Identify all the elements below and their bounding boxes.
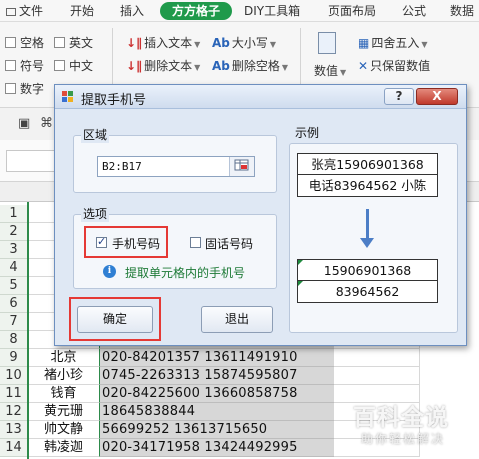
cell-phone[interactable]: 020-84225600 13660858758 [100, 385, 334, 403]
keep-values-button[interactable]: ✕ 只保留数值 [358, 57, 430, 74]
app-icon [62, 91, 75, 103]
tab-data[interactable]: 数据 [450, 2, 474, 20]
grid-icon: ▦ [358, 36, 370, 50]
row-header[interactable]: 8 [0, 331, 28, 349]
cell-name[interactable]: 韩凌迦 [28, 439, 100, 457]
hint-text: 提取单元格内的手机号 [125, 266, 246, 280]
cell-name[interactable]: 钱育 [28, 385, 100, 403]
chevron-down-icon: ▼ [421, 40, 428, 49]
cell-empty[interactable] [334, 367, 420, 385]
landline-checkbox[interactable] [190, 237, 201, 248]
close-button[interactable]: X [416, 88, 458, 105]
arrow-down-icon [366, 209, 369, 241]
cell-phone[interactable]: 020-34171958 13424492995 [100, 439, 334, 457]
checkbox-chinese[interactable]: 中文 [54, 57, 93, 74]
row-header[interactable]: 5 [0, 277, 28, 295]
chevron-down-icon: ▼ [194, 40, 201, 49]
case-icon: Ab [212, 36, 230, 50]
options-group-label: 选项 [81, 205, 110, 222]
format-painter-icon[interactable]: ⌘ [40, 116, 53, 131]
chevron-down-icon: ▼ [269, 40, 277, 49]
mobile-checkbox[interactable] [96, 235, 107, 248]
checkbox-english[interactable]: 英文 [54, 34, 93, 51]
help-button[interactable]: ? [384, 88, 414, 105]
insert-text-button[interactable]: ↓∥ 插入文本 ▼ [126, 34, 200, 51]
range-picker-icon [234, 159, 249, 171]
tab-page-layout[interactable]: 页面布局 [328, 2, 376, 20]
tab-home[interactable]: 开始 [70, 2, 94, 20]
range-select-button[interactable] [229, 157, 254, 176]
example-before-line: 张亮15906901368 [298, 154, 437, 175]
row-header[interactable]: 1 [0, 205, 28, 223]
watermark: 百科全说 助你轻松解决 [349, 398, 477, 456]
ok-button[interactable]: 确定 [77, 306, 153, 333]
cell-name[interactable]: 帅文静 [28, 421, 100, 439]
delete-text-icon: ↓∥ [126, 59, 143, 73]
checkbox-number[interactable]: 数字 [5, 80, 44, 97]
row-header[interactable]: 4 [0, 259, 28, 277]
case-button[interactable]: Ab 大小写 ▼ [212, 34, 276, 51]
cell-name[interactable]: 北京 [28, 349, 100, 367]
cell-phone[interactable]: 18645838844 [100, 403, 334, 421]
row-header[interactable]: 3 [0, 241, 28, 259]
cell-phone[interactable]: 020-84201357 13611491910 [100, 349, 334, 367]
delete-text-button[interactable]: ↓∥ 删除文本 ▼ [126, 57, 200, 74]
delete-spaces-icon: Ab [212, 59, 230, 73]
row-header[interactable]: 6 [0, 295, 28, 313]
row-header[interactable]: 7 [0, 313, 28, 331]
tab-formulas[interactable]: 公式 [402, 2, 426, 20]
insert-text-icon: ↓∥ [126, 36, 143, 50]
chevron-down-icon: ▼ [194, 63, 201, 72]
dialog-title-bar[interactable]: 提取手机号 ? X [55, 85, 466, 109]
info-icon: i [103, 265, 116, 278]
cell-marker-icon [298, 281, 303, 286]
row-header[interactable]: 2 [0, 223, 28, 241]
cell-name[interactable]: 黄元珊 [28, 403, 100, 421]
tab-diy-toolbox[interactable]: DIY工具箱 [244, 2, 300, 20]
example-after-line: 15906901368 [298, 260, 437, 281]
cell-phone[interactable]: 0745-2263313 15874595807 [100, 367, 334, 385]
checkbox-symbol[interactable]: 符号 [5, 57, 44, 74]
checkbox-space[interactable]: 空格 [5, 34, 44, 51]
dialog-title: 提取手机号 [81, 93, 147, 108]
tab-insert[interactable]: 插入 [120, 2, 144, 20]
row-header[interactable]: 9 [0, 349, 28, 367]
delete-spaces-button[interactable]: Ab 删除空格 ▼ [212, 57, 288, 74]
row-header[interactable]: 10 [0, 367, 28, 385]
tab-file[interactable]: 文件 [6, 2, 43, 20]
keep-values-icon: ✕ [358, 59, 369, 73]
save-icon[interactable]: ▣ [18, 116, 30, 131]
chevron-down-icon: ▼ [340, 68, 347, 77]
row-header[interactable]: 11 [0, 385, 28, 403]
tab-ffgz[interactable]: 方方格子 [160, 2, 232, 20]
cell-marker-icon [298, 260, 303, 265]
ribbon-tab-bar: 文件 开始 插入 方方格子 DIY工具箱 页面布局 公式 数据 [0, 0, 479, 22]
selection-border [27, 202, 29, 459]
example-label: 示例 [295, 126, 320, 140]
chevron-down-icon: ▼ [281, 63, 289, 72]
value-button[interactable]: 数值 ▼ [314, 62, 346, 79]
row-header[interactable]: 12 [0, 403, 28, 421]
extract-phone-dialog: 提取手机号 ? X 区域 B2:B17 选项 手机号码 固话号码 i 提取单元格… [54, 84, 467, 346]
cell-phone[interactable]: 56699252 13613715650 [100, 421, 334, 439]
cell-name[interactable]: 褚小珍 [28, 367, 100, 385]
exit-button[interactable]: 退出 [201, 306, 273, 333]
folder-icon [6, 7, 16, 16]
arrow-head-icon [360, 238, 374, 248]
watermark-title: 百科全说 [353, 405, 449, 431]
example-before-box: 张亮15906901368 电话83964562 小陈 [297, 153, 438, 197]
example-before-line: 电话83964562 小陈 [308, 178, 427, 193]
mobile-option-label: 手机号码 [112, 237, 161, 251]
cell-empty[interactable] [334, 349, 420, 367]
row-header[interactable]: 14 [0, 439, 28, 457]
rounding-button[interactable]: ▦ 四舍五入 ▼ [358, 34, 428, 51]
example-after-box: 15906901368 83964562 [297, 259, 438, 303]
row-header[interactable]: 13 [0, 421, 28, 439]
landline-option-label: 固话号码 [205, 237, 254, 251]
value-icon [318, 32, 336, 54]
range-group-label: 区域 [81, 126, 110, 143]
example-after-line: 83964562 [335, 284, 400, 299]
watermark-subtitle: 助你轻松解决 [361, 432, 446, 446]
